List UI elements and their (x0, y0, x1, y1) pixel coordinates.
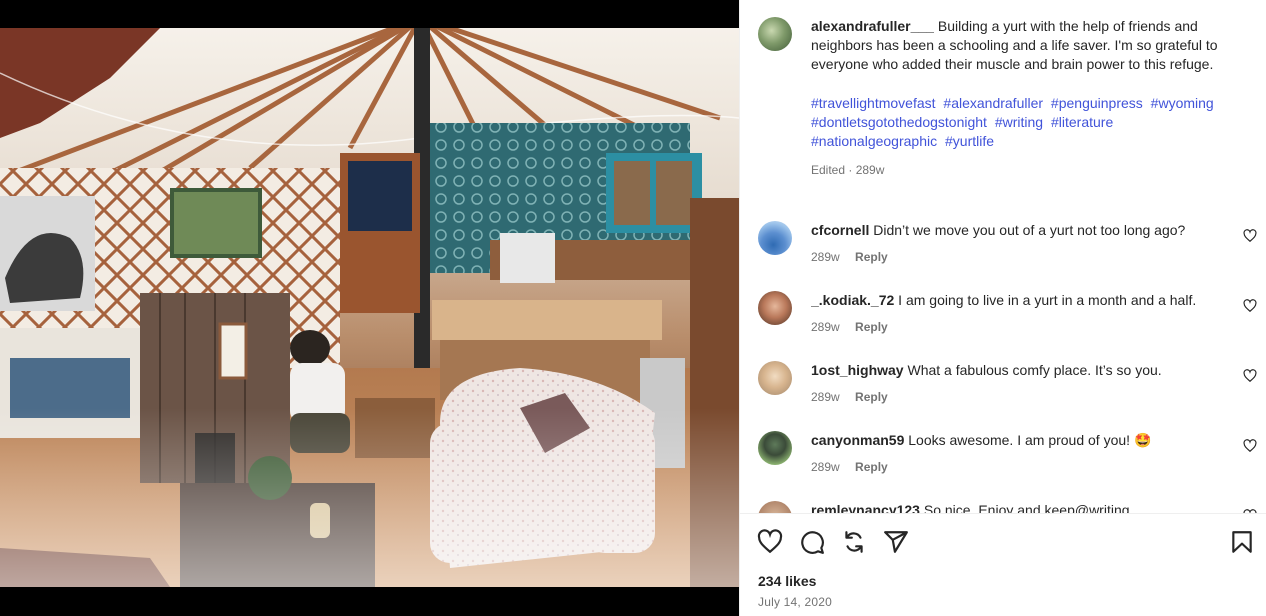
hashtag-link[interactable]: #writing (995, 114, 1043, 130)
comment-body: canyonman59 Looks awesome. I am proud of… (811, 431, 1221, 450)
comment-item: canyonman59 Looks awesome. I am proud of… (740, 431, 1266, 491)
commenter-username[interactable]: cfcornell (811, 222, 869, 238)
hashtag-link[interactable]: #alexandrafuller (943, 95, 1043, 111)
comment-text: I am going to live in a yurt in a month … (898, 292, 1197, 308)
edited-label: Edited (811, 163, 846, 178)
comment-item: _.kodiak._72 I am going to live in a yur… (740, 291, 1266, 351)
reply-button[interactable]: Reply (855, 460, 888, 474)
reply-button[interactable]: Reply (855, 390, 888, 404)
hashtag-link[interactable]: #penguinpress (1051, 95, 1143, 111)
paper-plane-icon[interactable] (883, 529, 909, 555)
post-dialog: alexandrafuller___ Building a yurt with … (0, 0, 1266, 616)
commenter-username[interactable]: canyonman59 (811, 432, 904, 448)
edited-time: 289w (855, 163, 885, 178)
speech-bubble-icon[interactable] (799, 529, 825, 555)
repost-icon[interactable] (841, 529, 867, 555)
commenter-avatar[interactable] (758, 221, 792, 255)
hashtag-link[interactable]: #yurtlife (945, 133, 994, 149)
comments-scroll-area[interactable]: alexandrafuller___ Building a yurt with … (740, 0, 1266, 513)
hashtag-list: #travellightmovefast #alexandrafuller #p… (811, 94, 1241, 152)
comment-text: So nice. Enjoy and keep@writing (923, 502, 1130, 513)
comment-meta: 289w Reply (811, 250, 888, 264)
reply-button[interactable]: Reply (855, 320, 888, 334)
comment-body: 1ost_highway What a fabulous comfy place… (811, 361, 1221, 380)
media-pane (0, 0, 739, 616)
hashtag-link[interactable]: #nationalgeographic (811, 133, 937, 149)
comment-time: 289w (811, 460, 840, 474)
commenter-avatar[interactable] (758, 501, 792, 513)
commenter-avatar[interactable] (758, 291, 792, 325)
comment-meta: 289w Reply (811, 320, 888, 334)
comment-text: What a fabulous comfy place. It’s so you… (907, 362, 1162, 378)
post-date: July 14, 2020 (758, 595, 832, 609)
hashtag-link[interactable]: #wyoming (1151, 95, 1214, 111)
heart-icon[interactable] (1243, 299, 1257, 313)
heart-icon[interactable] (1243, 369, 1257, 383)
author-avatar[interactable] (758, 17, 792, 51)
post-photo[interactable] (0, 28, 739, 587)
commenter-username[interactable]: 1ost_highway (811, 362, 904, 378)
action-bar (740, 526, 1266, 560)
reply-button[interactable]: Reply (855, 250, 888, 264)
comment-time: 289w (811, 320, 840, 334)
comment-time: 289w (811, 250, 840, 264)
comment-body: cfcornell Didn’t we move you out of a yu… (811, 221, 1221, 240)
comment-body: _.kodiak._72 I am going to live in a yur… (811, 291, 1221, 310)
comment-item: remleynancy123 So nice. Enjoy and keep@w… (740, 501, 1266, 513)
commenter-avatar[interactable] (758, 431, 792, 465)
comment-text: Didn’t we move you out of a yurt not too… (873, 222, 1186, 238)
comment-body: remleynancy123 So nice. Enjoy and keep@w… (811, 501, 1221, 513)
comment-text: Looks awesome. I am proud of you! 🤩 (908, 432, 1152, 448)
comment-item: cfcornell Didn’t we move you out of a yu… (740, 221, 1266, 281)
commenter-username[interactable]: remleynancy123 (811, 502, 920, 513)
comment-meta: 289w Reply (811, 460, 888, 474)
heart-icon[interactable] (1243, 229, 1257, 243)
section-divider (740, 513, 1266, 514)
heart-icon[interactable] (1243, 439, 1257, 453)
edited-meta: Edited · 289w (811, 163, 885, 178)
commenter-avatar[interactable] (758, 361, 792, 395)
comment-item: 1ost_highway What a fabulous comfy place… (740, 361, 1266, 421)
hashtag-link[interactable]: #literature (1051, 114, 1113, 130)
commenter-username[interactable]: _.kodiak._72 (811, 292, 894, 308)
bookmark-icon[interactable] (1229, 529, 1255, 555)
author-username[interactable]: alexandrafuller___ (811, 18, 934, 34)
hashtag-link[interactable]: #dontletsgotothedogstonight (811, 114, 987, 130)
hashtag-link[interactable]: #travellightmovefast (811, 95, 936, 111)
post-sidebar: alexandrafuller___ Building a yurt with … (739, 0, 1266, 616)
likes-count[interactable]: 234 likes (758, 573, 816, 589)
comment-meta: 289w Reply (811, 390, 888, 404)
post-caption: alexandrafuller___ Building a yurt with … (811, 17, 1241, 180)
comment-time: 289w (811, 390, 840, 404)
heart-outline-icon[interactable] (757, 529, 783, 555)
